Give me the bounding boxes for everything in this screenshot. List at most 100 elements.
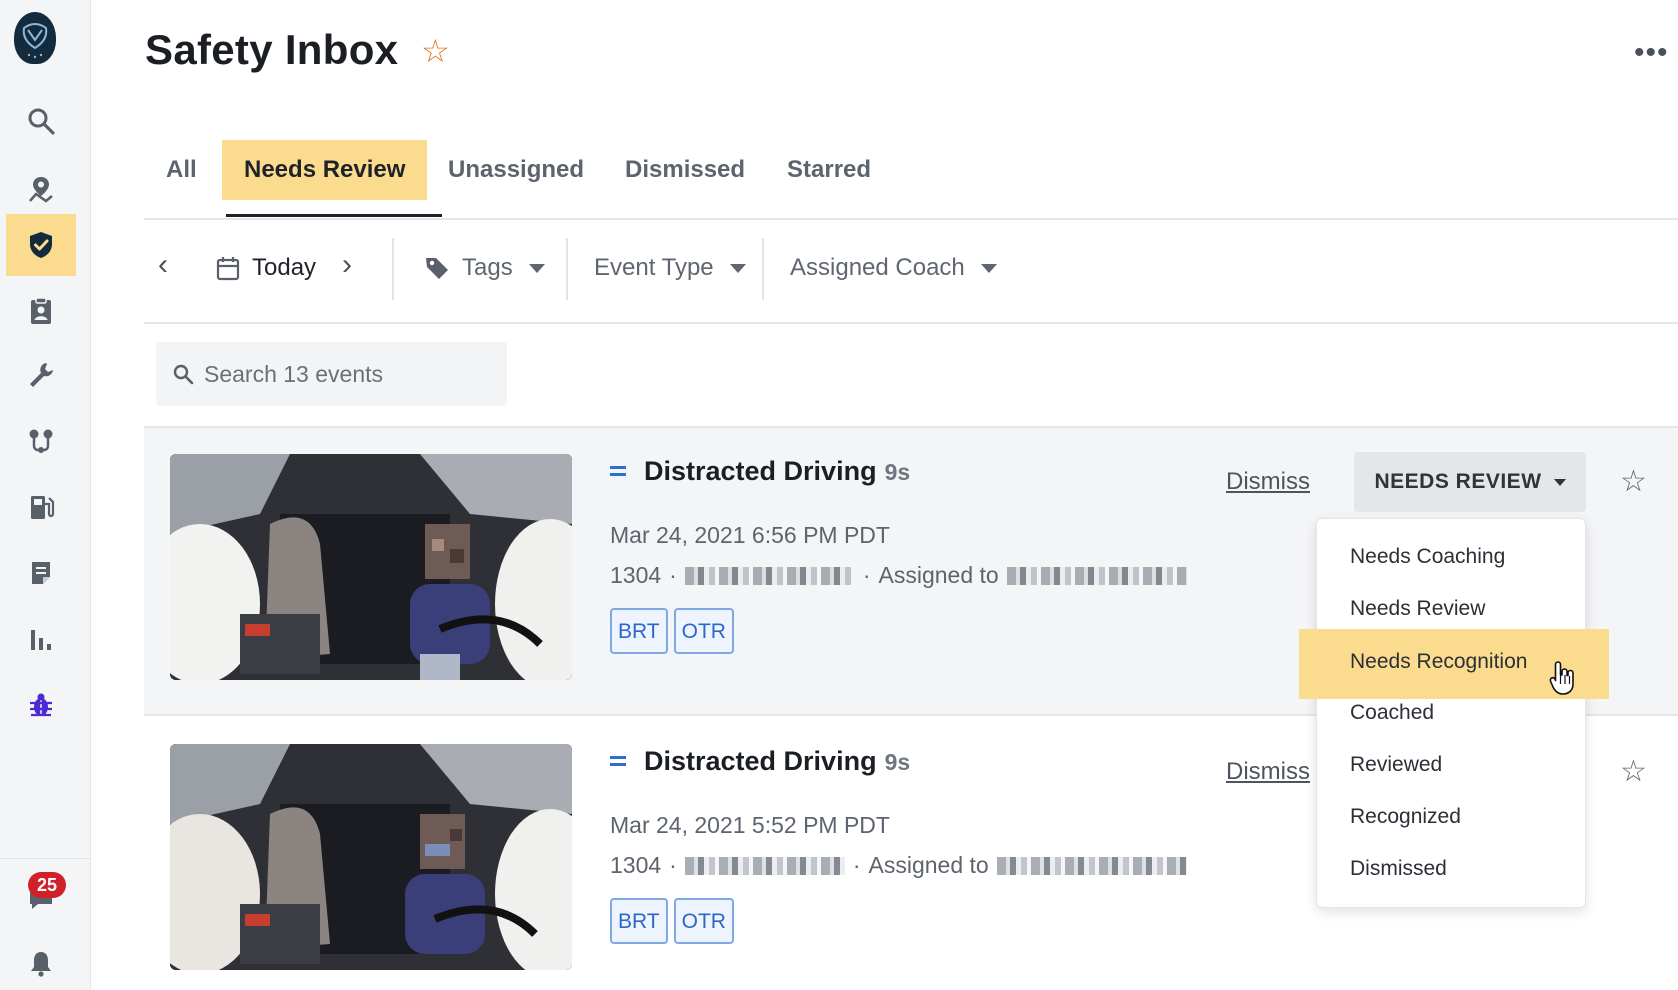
status-caret-icon bbox=[1553, 478, 1566, 486]
bell-icon bbox=[31, 952, 51, 977]
menu-item-coached[interactable]: Coached bbox=[1317, 687, 1585, 739]
menu-item-needs-coaching[interactable]: Needs Coaching bbox=[1317, 531, 1585, 583]
nav-drivers[interactable] bbox=[6, 280, 76, 342]
tags-filter-label: Tags bbox=[462, 254, 513, 281]
search-icon bbox=[28, 108, 55, 135]
severity-medium-icon bbox=[610, 466, 626, 476]
redacted-coach-name bbox=[1006, 566, 1187, 585]
severity-medium-icon bbox=[610, 756, 626, 766]
bug-icon bbox=[30, 693, 52, 717]
assigned-coach-filter-label: Assigned Coach bbox=[790, 254, 965, 281]
meta-separator: · bbox=[669, 852, 677, 878]
more-options-icon[interactable]: ••• bbox=[1634, 38, 1669, 68]
filter-separator bbox=[566, 238, 568, 300]
search-icon bbox=[173, 364, 194, 385]
event-meta: 1304 · · Assigned to bbox=[610, 852, 1187, 879]
assigned-label: Assigned to bbox=[868, 852, 989, 878]
tab-needs-review[interactable]: Needs Review bbox=[222, 140, 428, 200]
owl-logo[interactable] bbox=[14, 12, 56, 64]
active-tab-underline bbox=[226, 214, 442, 217]
event-title-text: Distracted Driving bbox=[644, 746, 877, 776]
sidebar-divider bbox=[0, 858, 91, 859]
tag-icon bbox=[426, 258, 448, 279]
search-input[interactable] bbox=[204, 360, 484, 388]
menu-item-recognized[interactable]: Recognized bbox=[1317, 791, 1585, 843]
tab-unassigned[interactable]: Unassigned bbox=[426, 140, 606, 200]
tab-bar: All Needs Review Unassigned Dismissed St… bbox=[144, 140, 1678, 220]
event-title[interactable]: Distracted Driving 9s bbox=[610, 456, 910, 487]
nav-map[interactable] bbox=[6, 158, 76, 220]
meta-separator: · bbox=[862, 562, 871, 588]
date-filter[interactable]: Today bbox=[216, 248, 316, 288]
dismiss-link[interactable]: Dismiss bbox=[1226, 758, 1310, 786]
page-title: Safety Inbox bbox=[145, 26, 399, 73]
tag-chip[interactable]: OTR bbox=[673, 898, 734, 944]
vehicle-id: 1304 bbox=[610, 852, 662, 878]
tab-all[interactable]: All bbox=[144, 140, 219, 200]
sidebar: 25 bbox=[0, 0, 91, 990]
shield-check-icon bbox=[30, 232, 52, 258]
meta-separator: · bbox=[852, 852, 861, 878]
tags-caret-icon bbox=[528, 263, 545, 273]
redacted-driver-name bbox=[684, 856, 845, 875]
redacted-driver-name bbox=[684, 566, 855, 585]
event-video-thumbnail[interactable] bbox=[170, 744, 572, 970]
assigned-coach-filter[interactable]: Assigned Coach bbox=[790, 248, 997, 288]
star-icon[interactable]: ☆ bbox=[1620, 754, 1647, 789]
redacted-coach-name bbox=[996, 856, 1187, 875]
status-label: NEEDS REVIEW bbox=[1374, 470, 1542, 493]
menu-item-reviewed[interactable]: Reviewed bbox=[1317, 739, 1585, 791]
document-icon bbox=[32, 562, 50, 584]
calendar-icon bbox=[216, 257, 240, 281]
nav-notifications[interactable] bbox=[6, 932, 76, 990]
nav-bug[interactable] bbox=[6, 674, 76, 736]
event-title-text: Distracted Driving bbox=[644, 456, 877, 486]
fuel-icon bbox=[31, 496, 55, 519]
bar-chart-icon bbox=[31, 630, 51, 650]
event-datetime: Mar 24, 2021 5:52 PM PDT bbox=[610, 812, 890, 838]
event-type-filter-label: Event Type bbox=[594, 254, 714, 281]
route-icon bbox=[29, 429, 53, 453]
tag-chip[interactable]: BRT bbox=[610, 608, 668, 654]
menu-item-dismissed[interactable]: Dismissed bbox=[1317, 843, 1585, 895]
nav-documents[interactable] bbox=[6, 542, 76, 604]
map-pin-icon bbox=[29, 177, 53, 203]
nav-reports[interactable] bbox=[6, 608, 76, 670]
tag-chip[interactable]: BRT bbox=[610, 898, 668, 944]
event-type-filter[interactable]: Event Type bbox=[594, 248, 746, 288]
tab-starred[interactable]: Starred bbox=[765, 140, 893, 200]
messages-badge: 25 bbox=[28, 872, 66, 898]
status-dropdown-menu: Needs Coaching Needs Review Needs Recogn… bbox=[1299, 518, 1609, 908]
nav-maintenance[interactable] bbox=[6, 344, 76, 406]
next-date-chevron-icon[interactable]: › bbox=[342, 250, 352, 280]
assigned-label: Assigned to bbox=[878, 562, 999, 588]
favorite-star-icon[interactable]: ☆ bbox=[421, 32, 450, 70]
event-type-caret-icon bbox=[729, 263, 746, 273]
event-title[interactable]: Distracted Driving 9s bbox=[610, 746, 910, 777]
event-duration: 9s bbox=[884, 459, 911, 485]
assigned-coach-caret-icon bbox=[980, 263, 997, 273]
tag-chip[interactable]: OTR bbox=[673, 608, 734, 654]
nav-routes[interactable] bbox=[6, 410, 76, 472]
hand-cursor-icon bbox=[1549, 661, 1574, 695]
nav-search[interactable] bbox=[6, 90, 76, 152]
event-tags: BRT OTR bbox=[610, 608, 734, 654]
dismiss-link[interactable]: Dismiss bbox=[1226, 468, 1310, 496]
menu-item-needs-review[interactable]: Needs Review bbox=[1317, 583, 1585, 635]
tab-dismissed[interactable]: Dismissed bbox=[603, 140, 767, 200]
clipboard-user-icon bbox=[31, 297, 51, 324]
vehicle-id: 1304 bbox=[610, 562, 662, 588]
nav-fuel[interactable] bbox=[6, 476, 76, 538]
event-tags: BRT OTR bbox=[610, 898, 734, 944]
event-video-thumbnail[interactable] bbox=[170, 454, 572, 680]
event-datetime: Mar 24, 2021 6:56 PM PDT bbox=[610, 522, 890, 548]
star-icon[interactable]: ☆ bbox=[1620, 464, 1647, 499]
tags-filter[interactable]: Tags bbox=[424, 248, 545, 288]
prev-date-chevron-icon[interactable]: ‹ bbox=[158, 250, 168, 280]
nav-safety[interactable] bbox=[6, 214, 76, 276]
status-dropdown-button[interactable]: NEEDS REVIEW bbox=[1354, 452, 1586, 512]
event-meta: 1304 · · Assigned to bbox=[610, 562, 1187, 589]
meta-separator: · bbox=[669, 562, 677, 588]
filter-bar: ‹ Today › Tags Event Type Assigned Coach bbox=[144, 236, 1678, 324]
event-duration: 9s bbox=[884, 749, 911, 775]
